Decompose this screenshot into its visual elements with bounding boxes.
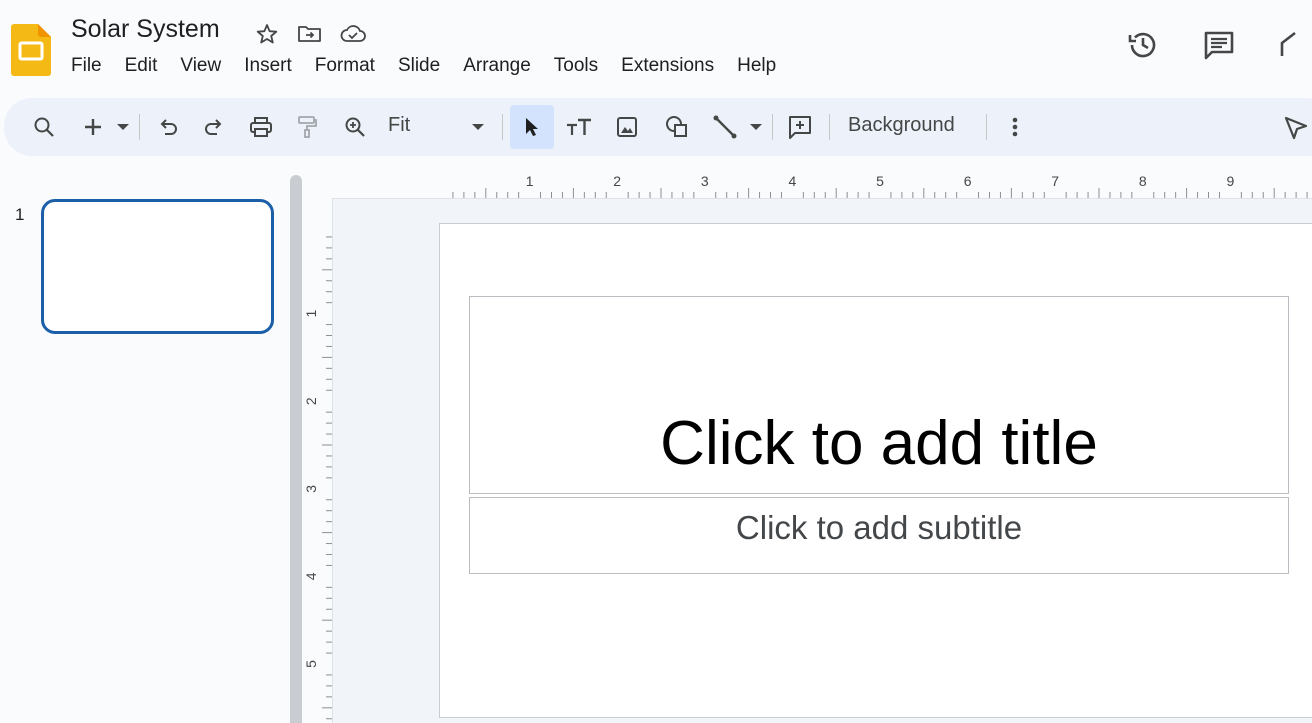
line-icon[interactable] — [711, 98, 739, 156]
ruler-label: 5 — [304, 660, 319, 668]
slides-logo-icon[interactable] — [11, 24, 51, 76]
insert-image-icon[interactable] — [613, 98, 641, 156]
filmstrip-scrollbar[interactable] — [290, 175, 302, 723]
menu-file[interactable]: File — [71, 55, 114, 77]
undo-icon[interactable] — [155, 98, 181, 156]
redo-icon[interactable] — [201, 98, 227, 156]
insert-comment-icon[interactable] — [785, 98, 815, 156]
menu-bar: File Edit View Insert Format Slide Arran… — [71, 55, 799, 77]
zoom-dropdown-icon[interactable] — [468, 98, 488, 156]
cloud-saved-icon[interactable] — [338, 20, 368, 48]
ruler-label: 3 — [304, 485, 319, 493]
ruler-label: 4 — [304, 572, 319, 580]
share-menu-icon[interactable] — [1278, 28, 1312, 62]
ruler-label: 2 — [613, 173, 621, 189]
menu-format[interactable]: Format — [315, 55, 387, 77]
ruler-label: 3 — [701, 173, 709, 189]
zoom-icon[interactable] — [342, 98, 368, 156]
menu-arrange[interactable]: Arrange — [463, 55, 543, 77]
menu-slide[interactable]: Slide — [398, 55, 452, 77]
search-menus-icon[interactable] — [30, 98, 58, 156]
ruler-label: 9 — [1227, 173, 1235, 189]
menu-help[interactable]: Help — [737, 55, 788, 77]
ruler-label: 1 — [304, 309, 319, 317]
shape-icon[interactable] — [663, 98, 691, 156]
new-slide-dropdown-icon[interactable] — [114, 98, 132, 156]
ruler-label: 5 — [876, 173, 884, 189]
ruler-label: 7 — [1051, 173, 1059, 189]
horizontal-ruler[interactable]: 1 2 3 4 5 6 7 8 9 — [440, 170, 1312, 198]
title-placeholder[interactable]: Click to add title — [469, 296, 1289, 494]
history-icon[interactable] — [1126, 28, 1160, 62]
move-to-folder-icon[interactable] — [295, 20, 325, 48]
subtitle-placeholder-text: Click to add subtitle — [735, 509, 1023, 546]
more-options-icon[interactable] — [1003, 98, 1027, 156]
slide-thumbnail[interactable] — [41, 199, 274, 334]
ruler-label: 2 — [304, 397, 319, 405]
vertical-ruler[interactable]: 1 2 3 4 5 — [304, 224, 332, 723]
slide-number: 1 — [15, 205, 25, 224]
ruler-label: 8 — [1139, 173, 1147, 189]
title-placeholder-text: Click to add title — [660, 409, 1098, 478]
print-icon[interactable] — [247, 98, 275, 156]
ruler-label: 4 — [789, 173, 797, 189]
menu-tools[interactable]: Tools — [554, 55, 610, 77]
ruler-label: 6 — [964, 173, 972, 189]
document-title[interactable]: Solar System — [71, 15, 220, 44]
zoom-select[interactable]: Fit — [388, 114, 410, 137]
line-dropdown-icon[interactable] — [746, 98, 766, 156]
text-box-icon[interactable] — [564, 98, 594, 156]
menu-edit[interactable]: Edit — [125, 55, 170, 77]
subtitle-placeholder[interactable]: Click to add subtitle — [469, 497, 1289, 574]
pointer-mode-icon[interactable] — [1280, 98, 1312, 156]
star-icon[interactable] — [252, 20, 282, 48]
menu-insert[interactable]: Insert — [244, 55, 304, 77]
background-button[interactable]: Background — [848, 114, 955, 137]
select-cursor-icon[interactable] — [518, 98, 546, 156]
paint-format-icon[interactable] — [294, 98, 320, 156]
menu-view[interactable]: View — [180, 55, 233, 77]
comments-icon[interactable] — [1202, 28, 1236, 62]
menu-extensions[interactable]: Extensions — [621, 55, 726, 77]
new-slide-icon[interactable] — [80, 98, 106, 156]
ruler-label: 1 — [526, 173, 534, 189]
